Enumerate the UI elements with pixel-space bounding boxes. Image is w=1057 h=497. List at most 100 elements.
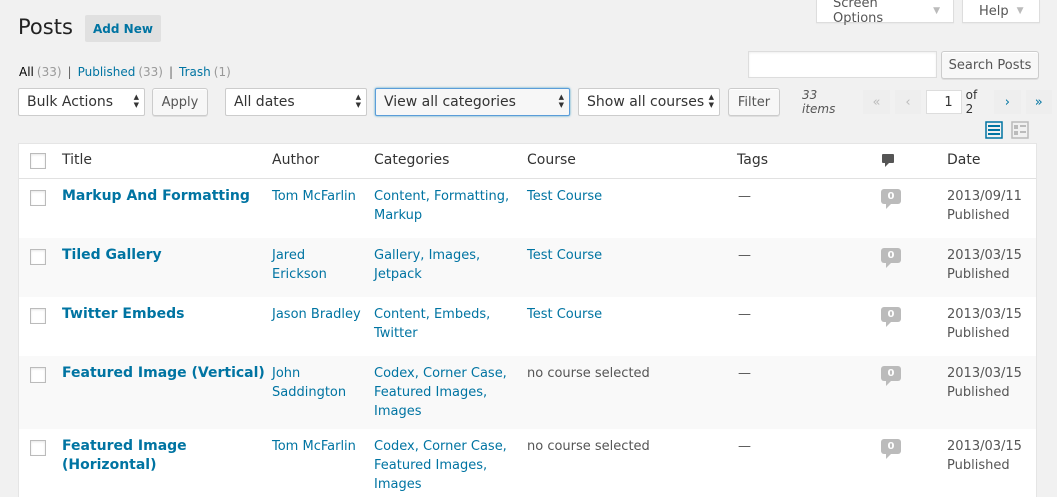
search-posts-button[interactable]: Search Posts (941, 51, 1039, 79)
current-page-input[interactable]: 1 (926, 90, 962, 114)
comment-count-bubble[interactable]: 0 (881, 307, 901, 327)
tags-cell: — (738, 366, 751, 381)
course-cell[interactable]: Test Course (527, 187, 602, 206)
last-page-button[interactable]: » (1025, 90, 1052, 114)
post-title-link-line[interactable]: Twitter Embeds (62, 305, 184, 324)
excerpt-view-icon[interactable] (1011, 121, 1029, 139)
post-title-link-line[interactable]: Tiled Gallery (62, 246, 162, 265)
post-status: Published (947, 208, 1010, 223)
author-link[interactable]: Jason Bradley (272, 305, 361, 324)
comment-count-bubble[interactable]: 0 (881, 248, 901, 268)
post-title-link-line[interactable]: (Horizontal) (62, 456, 187, 475)
course-cell[interactable]: Test Course (527, 305, 602, 324)
comments-column-icon[interactable] (882, 154, 894, 168)
author-link[interactable]: Tom McFarlin (272, 187, 356, 206)
add-new-button[interactable]: Add New (85, 15, 161, 42)
post-title-link[interactable]: Tiled Gallery (62, 246, 162, 265)
comment-count-bubble[interactable]: 0 (881, 366, 901, 386)
bulk-actions-select[interactable]: Bulk Actions ▲ ▼ (18, 88, 145, 116)
categories-links[interactable]: Content, Formatting, Markup (374, 187, 509, 225)
bulk-actions-value: Bulk Actions (27, 94, 114, 110)
author-link[interactable]: Tom McFarlin (272, 437, 356, 456)
author-link-line[interactable]: John (272, 364, 346, 383)
post-title-link[interactable]: Featured Image (Horizontal) (62, 437, 187, 475)
next-page-button[interactable]: › (994, 90, 1021, 114)
author-link-line[interactable]: Jason Bradley (272, 305, 361, 324)
categories-links-line[interactable]: Codex, Corner Case, (374, 437, 507, 456)
column-title[interactable]: Title (62, 152, 92, 168)
post-status: Published (947, 385, 1010, 400)
author-link-line[interactable]: Tom McFarlin (272, 437, 356, 456)
filter-button[interactable]: Filter (728, 88, 780, 116)
courses-value: Show all courses (587, 94, 705, 110)
caret-down-icon: ▼ (1016, 6, 1024, 16)
comment-count-bubble[interactable]: 0 (881, 439, 901, 459)
table-row: Tiled Gallery Jared Erickson Gallery, Image… (19, 238, 1036, 297)
categories-links[interactable]: Gallery, Images, Jetpack (374, 246, 480, 284)
author-link[interactable]: Jared Erickson (272, 246, 327, 284)
help-button[interactable]: Help ▼ (962, 0, 1040, 23)
separator: | (67, 65, 72, 79)
list-view-icon[interactable] (985, 121, 1003, 139)
categories-links-line[interactable]: Featured Images, (374, 383, 507, 402)
author-link-line[interactable]: Erickson (272, 265, 327, 284)
view-trash-link[interactable]: Trash (179, 65, 211, 79)
post-status: Published (947, 267, 1010, 282)
author-link-line[interactable]: Saddington (272, 383, 346, 402)
categories-links-line[interactable]: Content, Formatting, (374, 187, 509, 206)
categories-select[interactable]: View all categories ▲ ▼ (375, 88, 570, 116)
categories-links-line[interactable]: Featured Images, (374, 456, 507, 475)
post-title-link[interactable]: Twitter Embeds (62, 305, 184, 324)
categories-links-line[interactable]: Jetpack (374, 265, 480, 284)
view-published-count: (33) (138, 65, 163, 79)
author-link-line[interactable]: Jared (272, 246, 327, 265)
course-cell[interactable]: Test Course (527, 246, 602, 265)
categories-links-line[interactable]: Gallery, Images, (374, 246, 480, 265)
column-tags: Tags (737, 152, 768, 168)
select-arrows-icon: ▲ ▼ (133, 93, 139, 109)
date-cell: 2013/09/11 Published (947, 187, 1022, 225)
categories-links[interactable]: Content, Embeds, Twitter (374, 305, 490, 343)
categories-links-line[interactable]: Twitter (374, 324, 490, 343)
table-row: Featured Image (Vertical) John Saddington C… (19, 356, 1036, 429)
table-row: Markup And Formatting Tom McFarlin Content… (19, 179, 1036, 238)
post-title-link-line[interactable]: Featured Image (62, 437, 187, 456)
categories-links[interactable]: Codex, Corner Case, Featured Images, Image… (374, 437, 507, 494)
categories-links-line[interactable]: Codex, Corner Case, (374, 364, 507, 383)
row-checkbox[interactable] (30, 190, 46, 206)
view-all-link[interactable]: All (19, 65, 34, 79)
post-date: 2013/03/15 (947, 439, 1022, 454)
date-cell: 2013/03/15 Published (947, 364, 1022, 402)
author-link-line[interactable]: Tom McFarlin (272, 187, 356, 206)
categories-links-line[interactable]: Images (374, 402, 507, 421)
row-checkbox[interactable] (30, 440, 46, 456)
post-title-link[interactable]: Markup And Formatting (62, 187, 250, 206)
categories-links-line[interactable]: Images (374, 475, 507, 494)
author-link[interactable]: John Saddington (272, 364, 346, 402)
apply-button[interactable]: Apply (152, 88, 208, 116)
view-published-link[interactable]: Published (78, 65, 136, 79)
search-input[interactable] (748, 51, 937, 78)
column-date[interactable]: Date (947, 152, 980, 168)
first-page-button[interactable]: « (863, 90, 890, 114)
comment-count-bubble[interactable]: 0 (881, 189, 901, 209)
categories-links-line[interactable]: Markup (374, 206, 509, 225)
row-checkbox[interactable] (30, 249, 46, 265)
screen-options-button[interactable]: Screen Options ▼ (816, 0, 954, 26)
tags-cell: — (738, 439, 751, 454)
post-title-link-line[interactable]: Featured Image (Vertical) (62, 364, 265, 383)
dates-select[interactable]: All dates ▲ ▼ (225, 88, 367, 116)
select-all-checkbox[interactable] (30, 153, 46, 169)
select-arrows-icon: ▲ ▼ (708, 93, 714, 109)
categories-links-line[interactable]: Content, Embeds, (374, 305, 490, 324)
post-title-link[interactable]: Featured Image (Vertical) (62, 364, 265, 383)
date-cell: 2013/03/15 Published (947, 305, 1022, 343)
previous-page-button[interactable]: ‹ (894, 90, 922, 114)
categories-links[interactable]: Codex, Corner Case, Featured Images, Image… (374, 364, 507, 421)
row-checkbox[interactable] (30, 308, 46, 324)
post-title-link-line[interactable]: Markup And Formatting (62, 187, 250, 206)
post-date: 2013/09/11 (947, 189, 1022, 204)
row-checkbox[interactable] (30, 367, 46, 383)
post-date: 2013/03/15 (947, 366, 1022, 381)
courses-select[interactable]: Show all courses ▲ ▼ (578, 88, 720, 116)
